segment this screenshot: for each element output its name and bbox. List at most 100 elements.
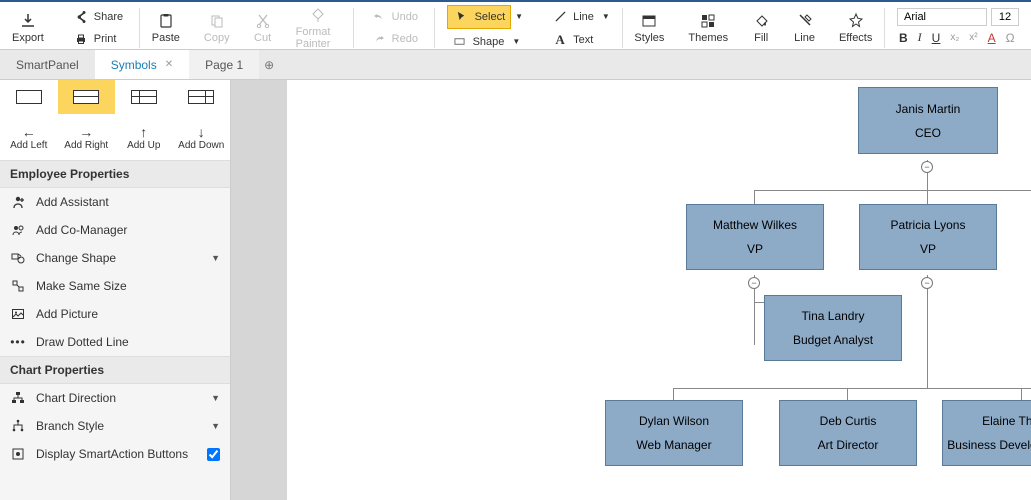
add-right-button[interactable]: → Add Right	[58, 114, 116, 160]
undo-button[interactable]: Undo	[366, 7, 422, 27]
smartaction-icon	[10, 446, 26, 462]
italic-button[interactable]: I	[918, 30, 922, 45]
shape-dropdown[interactable]: ▼	[512, 37, 520, 46]
styles-icon	[640, 12, 658, 30]
share-button[interactable]: Share	[68, 7, 127, 27]
underline-button[interactable]: U	[932, 31, 941, 45]
arrow-up-icon: ↑	[140, 124, 147, 140]
shape-button[interactable]: Shape	[447, 32, 509, 52]
arrow-right-icon: →	[79, 124, 93, 140]
shape-style-2[interactable]	[58, 80, 116, 114]
select-button[interactable]: Select	[447, 5, 512, 29]
share-icon	[72, 8, 90, 26]
org-node-m1[interactable]: Dylan Wilson Web Manager	[605, 400, 743, 466]
print-button[interactable]: Print	[68, 29, 121, 49]
line-dropdown[interactable]: ▼	[602, 12, 610, 21]
close-icon[interactable]: ✕	[165, 59, 173, 70]
add-down-button[interactable]: ↓ Add Down	[173, 114, 231, 160]
text-button[interactable]: A Text	[547, 30, 597, 50]
tab-page-label: Page 1	[205, 58, 243, 72]
add-tab-button[interactable]: ⊕	[259, 58, 279, 72]
paste-button[interactable]: Paste	[152, 12, 180, 44]
org-node-vp1[interactable]: Matthew Wilkes VP	[686, 204, 824, 270]
add-up-label: Add Up	[127, 140, 160, 151]
collapse-button[interactable]: −	[921, 277, 933, 289]
superscript-button[interactable]: x²	[969, 32, 977, 43]
omega-button[interactable]: Ω	[1006, 31, 1015, 45]
effects-button[interactable]: Effects	[839, 12, 872, 44]
shape-icon	[451, 33, 469, 51]
line-button[interactable]: Line	[547, 7, 598, 27]
page[interactable]: Janis Martin CEO − Matthew Wilkes VP − P…	[287, 80, 1031, 500]
collapse-button[interactable]: −	[748, 277, 760, 289]
add-right-label: Add Right	[64, 140, 108, 151]
make-same-size-button[interactable]: Make Same Size	[0, 272, 230, 300]
org-node-title: Web Manager	[636, 438, 711, 452]
display-smartaction-toggle[interactable]: Display SmartAction Buttons	[0, 440, 230, 468]
draw-dotted-line-button[interactable]: ••• Draw Dotted Line	[0, 328, 230, 356]
line-style-button[interactable]: Line	[794, 12, 815, 44]
display-smartaction-checkbox[interactable]	[207, 448, 220, 461]
tab-symbols-label: Symbols	[111, 58, 157, 72]
styles-button[interactable]: Styles	[634, 12, 664, 44]
redo-label: Redo	[392, 33, 418, 45]
change-shape-label: Change Shape	[36, 251, 116, 265]
fill-button[interactable]: Fill	[752, 12, 770, 44]
add-left-button[interactable]: ← Add Left	[0, 114, 58, 160]
share-label: Share	[94, 11, 123, 23]
undo-label: Undo	[392, 11, 418, 23]
org-node-name: Elaine Thomas	[982, 414, 1031, 428]
bold-button[interactable]: B	[899, 31, 908, 45]
select-dropdown[interactable]: ▼	[515, 12, 523, 21]
tab-smartpanel[interactable]: SmartPanel	[0, 50, 95, 79]
chart-direction-button[interactable]: Chart Direction ▼	[0, 384, 230, 412]
tab-bar: SmartPanel Symbols ✕ Page 1 ⊕	[0, 50, 1031, 80]
copy-button[interactable]: Copy	[204, 12, 230, 44]
print-label: Print	[94, 33, 117, 45]
collapse-button[interactable]: −	[921, 161, 933, 173]
org-node-ba[interactable]: Tina Landry Budget Analyst	[764, 295, 902, 361]
shape-label: Shape	[473, 36, 505, 48]
shape-style-4[interactable]	[173, 80, 231, 114]
add-picture-button[interactable]: Add Picture	[0, 300, 230, 328]
org-node-vp2[interactable]: Patricia Lyons VP	[859, 204, 997, 270]
shape-style-1[interactable]	[0, 80, 58, 114]
undo-icon	[370, 8, 388, 26]
org-node-title: Business Development Mgr.	[947, 438, 1031, 452]
copy-label: Copy	[204, 32, 230, 44]
font-family-input[interactable]	[897, 8, 987, 26]
add-assistant-button[interactable]: Add Assistant	[0, 188, 230, 216]
chart-direction-label: Chart Direction	[36, 391, 116, 405]
org-node-m3[interactable]: Elaine Thomas Business Development Mgr.	[942, 400, 1031, 466]
redo-button[interactable]: Redo	[366, 29, 422, 49]
select-icon	[453, 8, 471, 26]
font-size-input[interactable]	[991, 8, 1019, 26]
org-node-name: Deb Curtis	[820, 414, 877, 428]
org-node-ceo[interactable]: Janis Martin CEO	[858, 87, 998, 154]
font-color-button[interactable]: A	[988, 31, 996, 45]
branch-style-button[interactable]: Branch Style ▼	[0, 412, 230, 440]
assistant-icon	[10, 194, 26, 210]
themes-icon	[699, 12, 717, 30]
themes-label: Themes	[688, 32, 728, 44]
canvas[interactable]: Janis Martin CEO − Matthew Wilkes VP − P…	[231, 80, 1031, 500]
subscript-button[interactable]: x₂	[950, 32, 959, 43]
export-icon	[19, 12, 37, 30]
themes-button[interactable]: Themes	[688, 12, 728, 44]
add-down-label: Add Down	[178, 140, 224, 151]
paste-label: Paste	[152, 32, 180, 44]
add-up-button[interactable]: ↑ Add Up	[115, 114, 173, 160]
add-left-label: Add Left	[10, 140, 47, 151]
tab-smartpanel-label: SmartPanel	[16, 58, 79, 72]
tab-symbols[interactable]: Symbols ✕	[95, 50, 189, 79]
format-painter-button[interactable]: Format Painter	[296, 6, 341, 50]
export-button[interactable]: Export	[12, 12, 44, 44]
change-shape-button[interactable]: Change Shape ▼	[0, 244, 230, 272]
org-node-m2[interactable]: Deb Curtis Art Director	[779, 400, 917, 466]
cut-button[interactable]: Cut	[254, 12, 272, 44]
add-comanager-button[interactable]: Add Co-Manager	[0, 216, 230, 244]
tab-page-1[interactable]: Page 1	[189, 50, 259, 79]
shape-style-3[interactable]	[115, 80, 173, 114]
select-label: Select	[475, 11, 506, 23]
chart-direction-icon	[10, 390, 26, 406]
